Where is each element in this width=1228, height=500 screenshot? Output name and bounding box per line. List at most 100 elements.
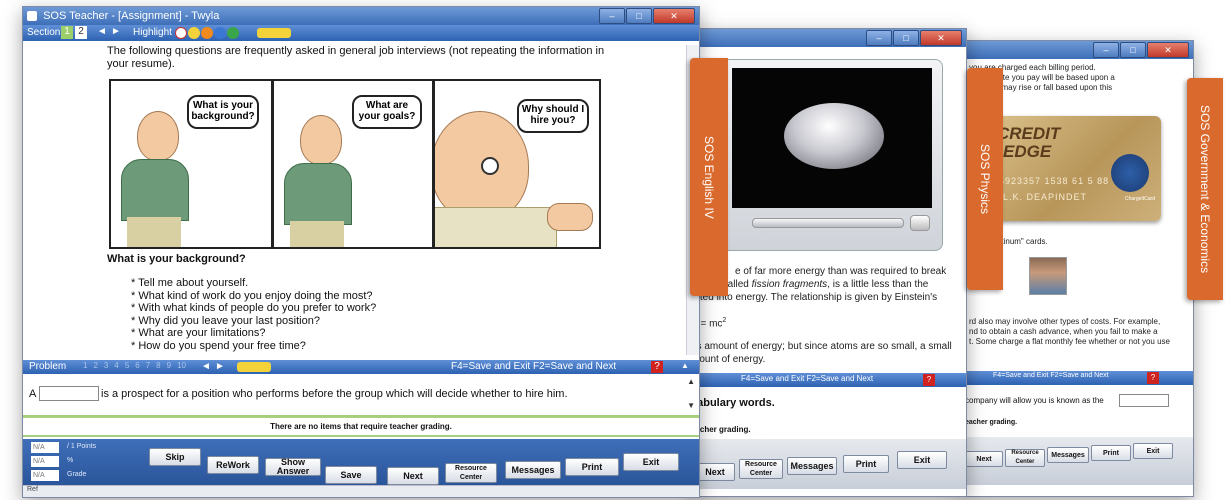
problem-label: Problem (29, 361, 67, 372)
physics-window: – □ ✕ e of far more energy than was requ… (690, 28, 967, 497)
problem-number[interactable]: 3 (104, 361, 108, 370)
card-logo-icon (1111, 154, 1149, 192)
physics-titlebar: – □ ✕ (691, 29, 966, 47)
answer-input[interactable] (39, 386, 99, 401)
problem-number[interactable]: 5 (125, 361, 129, 370)
highlighter-icon[interactable] (237, 362, 271, 372)
rework-button[interactable]: ReWork (207, 456, 259, 474)
minimize-icon[interactable]: – (866, 30, 892, 46)
next-button[interactable]: Next (695, 463, 735, 481)
physics-problem-bar: F4=Save and Exit F2=Save and Next ? (691, 373, 966, 387)
yellow-highlight-icon[interactable] (188, 27, 200, 39)
exit-button[interactable]: Exit (1133, 443, 1173, 459)
minimize-icon[interactable]: – (1093, 42, 1119, 58)
points-field: N/A (31, 442, 59, 453)
help-icon[interactable]: ? (923, 374, 935, 386)
speech-bubble: What is your background? (187, 95, 259, 129)
prev-problem-icon[interactable]: ◄ (201, 361, 211, 372)
physics-text: us amount of energy; but since atoms are… (691, 341, 952, 353)
section-tab-1[interactable]: 1 (61, 26, 73, 39)
close-icon[interactable]: ✕ (920, 30, 962, 46)
tab-label: SOS Government & Economics (1198, 104, 1212, 274)
help-icon[interactable]: ? (1147, 372, 1159, 384)
highlighter-icon[interactable] (257, 28, 291, 38)
prev-arrow-icon[interactable]: ◄ (97, 26, 107, 37)
tab-government-economics[interactable]: SOS Government & Economics (1187, 78, 1223, 300)
problem-number[interactable]: 8 (156, 361, 160, 370)
messages-button[interactable]: Messages (1047, 447, 1089, 463)
comic-panel-2: What are your goals? (272, 79, 434, 249)
credit-card-image: CREDIT EDGE 5923357 1538 61 5 88 L.K. DE… (991, 116, 1161, 221)
minimize-icon[interactable]: – (599, 8, 625, 24)
resource-center-button[interactable]: Resource Center (1005, 449, 1045, 467)
tab-label: SOS English IV (702, 135, 716, 219)
problem-number[interactable]: 10 (177, 361, 186, 370)
problem-number[interactable]: 6 (135, 361, 139, 370)
exit-button[interactable]: Exit (623, 453, 679, 471)
gov-problem-bar: F4=Save and Exit F2=Save and Next ? (961, 371, 1193, 385)
interviewer-legs (290, 221, 344, 247)
print-button[interactable]: Print (565, 458, 619, 476)
close-icon[interactable]: ✕ (653, 8, 695, 24)
answer-input[interactable] (1119, 394, 1169, 407)
next-problem-icon[interactable]: ► (215, 361, 225, 372)
section-label: Section (27, 27, 61, 38)
physics-text: erted into energy. The relationship is g… (691, 292, 938, 303)
video-player[interactable] (721, 59, 943, 251)
messages-button[interactable]: Messages (505, 461, 561, 479)
green-highlight-icon[interactable] (227, 27, 239, 39)
video-progress-bar[interactable] (752, 218, 904, 228)
bubble-text: What is your background? (191, 100, 255, 122)
resource-center-button[interactable]: Resource Center (739, 459, 783, 479)
problem-number[interactable]: 1 (83, 361, 87, 370)
problem-number[interactable]: 9 (167, 361, 171, 370)
maximize-icon[interactable]: □ (626, 8, 652, 24)
tab-physics[interactable]: SOS Physics (967, 68, 1003, 290)
blue-highlight-icon[interactable] (214, 27, 226, 39)
skip-button[interactable]: Skip (149, 448, 201, 466)
speech-bubble: What are your goals? (352, 95, 422, 129)
problem-number[interactable]: 2 (93, 361, 97, 370)
print-button[interactable]: Print (843, 455, 889, 473)
save-button[interactable]: Save (325, 466, 377, 484)
show-answer-button[interactable]: Show Answer (265, 458, 321, 476)
list-item: * What are your limitations? (131, 327, 266, 339)
list-item: * How do you spend your free time? (131, 339, 306, 352)
maximize-icon[interactable]: □ (1120, 42, 1146, 58)
print-button[interactable]: Print (1091, 445, 1131, 461)
question-text: is a prospect for a position who perform… (101, 388, 568, 400)
gov-text: t. Some charge a flat monthly fee whethe… (969, 337, 1170, 346)
video-screen (732, 68, 932, 208)
window-title: SOS Teacher - [Assignment] - Twyla (43, 10, 220, 22)
problem-number[interactable]: 7 (146, 361, 150, 370)
problem-number[interactable]: 4 (114, 361, 118, 370)
card-brand: EDGE (1003, 142, 1052, 161)
physics-button-bar: Next Resource Center Messages Print Exit (691, 439, 966, 489)
status-bar: Ref (23, 485, 699, 497)
english-titlebar: SOS Teacher - [Assignment] - Twyla – □ ✕ (23, 7, 699, 25)
tab-english-iv[interactable]: SOS English IV (690, 58, 728, 296)
orange-highlight-icon[interactable] (201, 27, 213, 39)
card-logo-text: ChargeItCard (1124, 196, 1155, 202)
collapse-arrow-icon[interactable]: ▲ (681, 361, 689, 370)
maximize-icon[interactable]: □ (893, 30, 919, 46)
exit-button[interactable]: Exit (897, 451, 947, 469)
next-button[interactable]: Next (387, 467, 439, 485)
next-arrow-icon[interactable]: ► (111, 26, 121, 37)
section-bar: Section 1 2 ◄ ► Highlight (23, 25, 699, 41)
question-text: cabulary words. (691, 397, 775, 409)
no-highlight-icon[interactable] (175, 27, 187, 39)
messages-button[interactable]: Messages (787, 457, 837, 475)
gov-text: rd also may involve other types of costs… (969, 317, 1161, 326)
next-button[interactable]: Next (965, 451, 1003, 467)
help-icon[interactable]: ? (651, 361, 663, 373)
question-prefix: A (29, 388, 37, 400)
resource-center-button[interactable]: Resource Center (445, 463, 497, 483)
list-item: * With what kinds of people do you prefe… (131, 302, 377, 314)
gov-titlebar: – □ ✕ (961, 41, 1193, 59)
video-control-icon[interactable] (910, 215, 930, 231)
section-tab-2[interactable]: 2 (75, 26, 87, 39)
close-icon[interactable]: ✕ (1147, 42, 1189, 58)
scroll-down-icon[interactable]: ▼ (687, 401, 695, 410)
scroll-up-icon[interactable]: ▲ (687, 377, 695, 386)
